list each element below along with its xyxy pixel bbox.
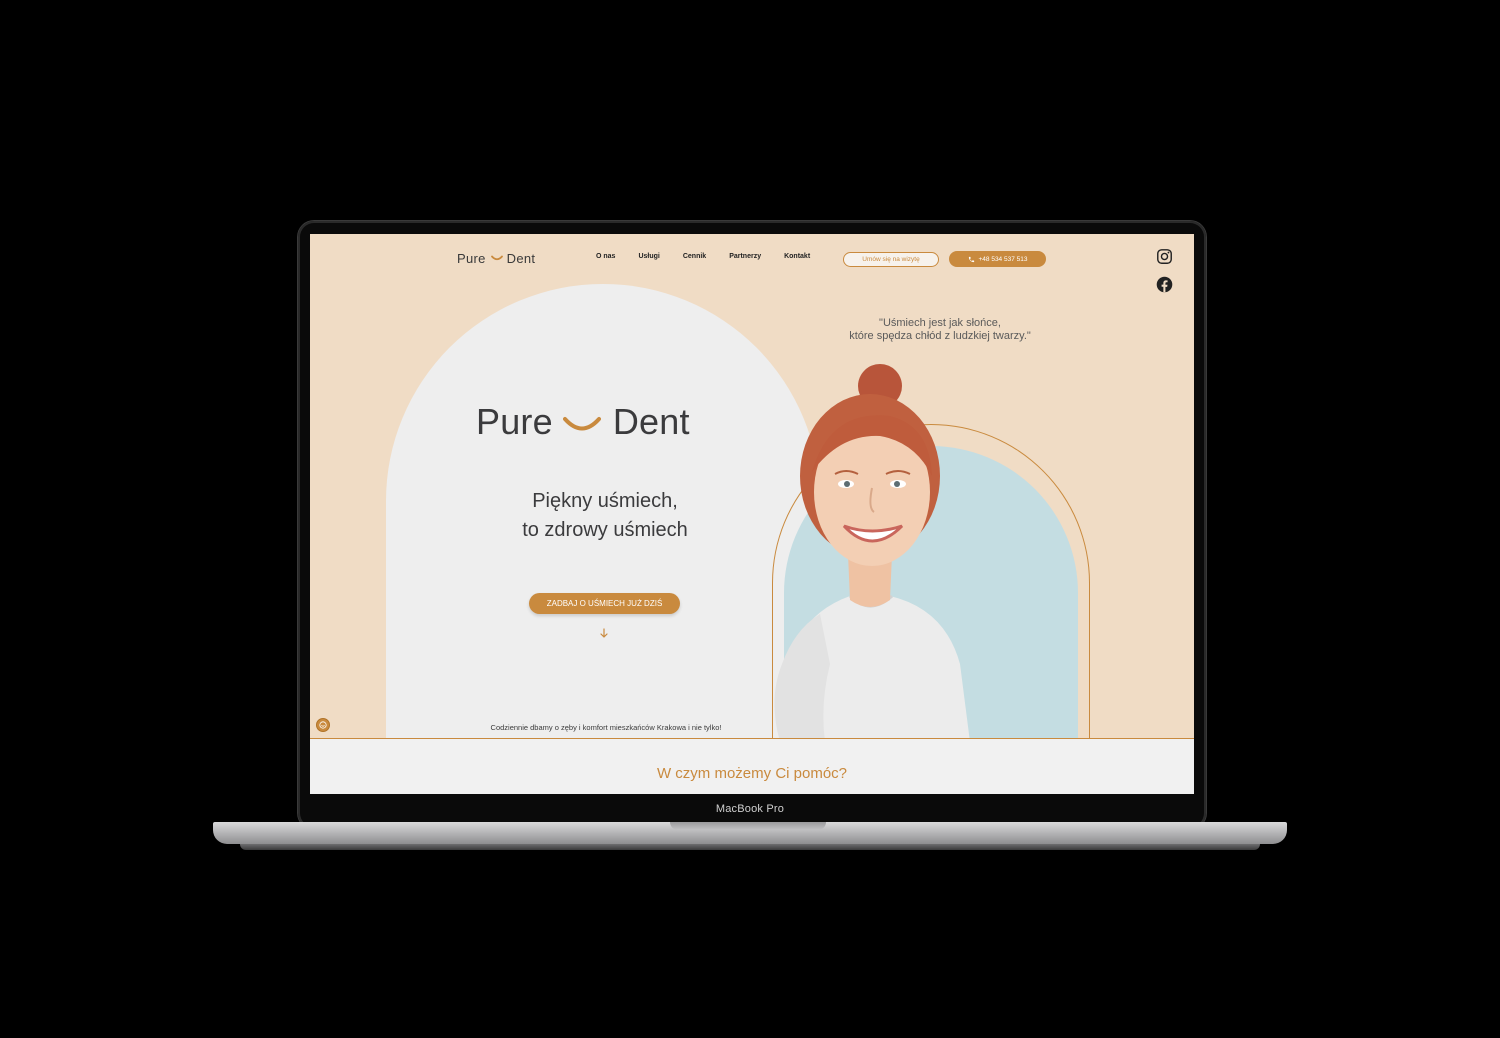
nav-logo-left: Pure bbox=[457, 250, 486, 266]
phone-icon bbox=[968, 256, 974, 262]
hero-cta-button[interactable]: ZADBAJ O UŚMIECH JUŻ DZIŚ bbox=[529, 593, 680, 614]
quote-line-2: które spędza chłód z ludzkiej twarzy." bbox=[849, 330, 1031, 342]
woman-portrait-image bbox=[774, 364, 970, 742]
website-screen: Pure Dent O nas Usługi Cennik Partnerzy … bbox=[310, 234, 1194, 794]
nav-logo-right: Dent bbox=[506, 250, 536, 266]
appointment-button-label: Umów się na wizytę bbox=[862, 256, 920, 263]
appointment-button[interactable]: Umów się na wizytę bbox=[843, 252, 939, 267]
nav-item-partnerzy[interactable]: Partnerzy bbox=[729, 253, 761, 260]
quote-line-1: "Uśmiech jest jak słońce, bbox=[879, 317, 1001, 329]
services-title: W czym możemy Ci pomóc? bbox=[656, 765, 848, 782]
hero-logo-left: Pure bbox=[476, 401, 553, 442]
hero-tagline: Piękny uśmiech, to zdrowy uśmiech bbox=[470, 487, 740, 545]
smile-badge-icon bbox=[319, 721, 327, 729]
laptop-notch bbox=[670, 822, 826, 830]
nav-item-o-nas[interactable]: O nas bbox=[596, 253, 615, 260]
nav-item-cennik[interactable]: Cennik bbox=[683, 253, 706, 260]
nav-logo[interactable]: Pure Dent bbox=[457, 249, 535, 267]
hero-logo: Pure Dent bbox=[476, 398, 736, 446]
tagline-line-2: to zdrowy uśmiech bbox=[522, 519, 688, 541]
device-label: MacBook Pro bbox=[715, 803, 785, 815]
tagline-line-1: Piękny uśmiech, bbox=[532, 490, 678, 512]
smile-icon bbox=[490, 255, 503, 260]
smile-icon bbox=[562, 417, 601, 431]
main-nav: O nas Usługi Cennik Partnerzy Kontakt bbox=[596, 253, 833, 260]
hero-quote: "Uśmiech jest jak słońce, które spędza c… bbox=[790, 317, 1090, 343]
hero-caption: Codziennie dbamy o zęby i komfort mieszk… bbox=[490, 723, 722, 732]
nav-item-kontakt[interactable]: Kontakt bbox=[784, 253, 810, 260]
hero-logo-right: Dent bbox=[612, 401, 690, 442]
phone-button-label: +48 534 537 513 bbox=[978, 255, 1028, 263]
instagram-icon[interactable] bbox=[1156, 248, 1173, 265]
help-icon[interactable] bbox=[316, 718, 330, 732]
laptop-foot bbox=[240, 844, 1260, 850]
facebook-icon[interactable] bbox=[1156, 276, 1173, 293]
phone-button[interactable]: +48 534 537 513 bbox=[949, 251, 1046, 267]
nav-item-uslugi[interactable]: Usługi bbox=[638, 253, 659, 260]
hero-cta-label: ZADBAJ O UŚMIECH JUŻ DZIŚ bbox=[546, 599, 663, 608]
arrow-down-icon[interactable] bbox=[599, 628, 609, 639]
